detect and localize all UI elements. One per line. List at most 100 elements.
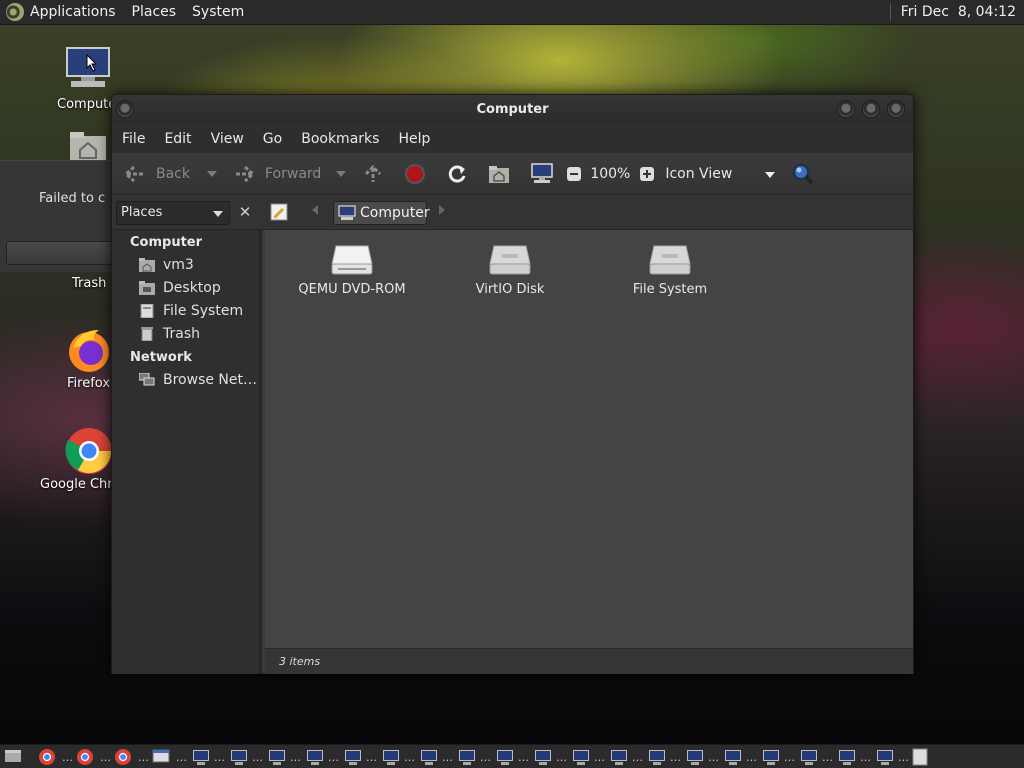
back-button[interactable]: Back [122,164,217,184]
menu-help[interactable]: Help [398,131,430,147]
path-left-arrow-icon[interactable] [312,205,318,215]
system-menu[interactable]: System [192,4,244,20]
ellipsis-icon: … [784,750,795,764]
taskbar-item-computer[interactable]: … [746,748,782,766]
taskbar-item-computer[interactable]: … [404,748,440,766]
forward-label: Forward [265,165,322,182]
menu-bookmarks[interactable]: Bookmarks [301,131,379,147]
sidebar-item-desktop[interactable]: Desktop [139,280,221,296]
zoom-level[interactable]: 100% [590,166,630,182]
sidebar-item-file-system[interactable]: File System [139,303,243,319]
show-desktop-icon [5,749,21,762]
file-item-qemu-dvd-rom[interactable]: QEMU DVD-ROM [277,244,427,297]
forward-button[interactable]: Forward [231,164,347,184]
computer-stand [463,761,471,765]
desktop-icon-chrome[interactable]: Google Chrome [40,426,141,496]
maximize-button[interactable] [862,100,880,118]
sidebar-item-browse-network[interactable]: Browse Net… [139,372,257,388]
file-view[interactable]: QEMU DVD-ROM VirtIO Disk File System [265,230,913,648]
ellipsis-icon: … [252,750,263,764]
taskbar-item-computer[interactable]: … [442,748,478,766]
taskbar-item-chrome[interactable]: … [62,748,98,766]
taskbar-item-computer[interactable]: … [708,748,744,766]
network-icon [139,373,155,386]
hard-disk-icon [648,244,692,276]
taskbar-item-computer[interactable]: … [632,748,668,766]
back-arrow-icon [123,165,144,182]
desktop-icon-computer[interactable]: Computer [57,46,122,116]
applications-menu[interactable]: Applications [30,4,116,20]
mouse-cursor-icon [86,54,98,72]
toolbar: Back Forward 100% Icon View [112,153,913,195]
computer-icon [535,749,551,761]
view-mode-select[interactable]: Icon View [665,166,776,182]
firefox-icon [69,330,109,372]
panel-separator [889,3,891,21]
taskbar-item-computer[interactable]: … [670,748,706,766]
taskbar-item-document[interactable]: … [898,748,934,766]
taskbar-item-computer[interactable]: … [822,748,858,766]
home-button[interactable] [488,164,510,184]
taskbar-item-computer[interactable]: … [252,748,288,766]
sidebar-item-vm3[interactable]: vm3 [139,257,194,273]
bottom-taskbar: … … … … … … … … … … … … … … … … … … … … … [0,744,1024,768]
close-button[interactable] [887,100,905,118]
forward-history-dropdown-icon[interactable] [336,170,347,177]
places-menu[interactable]: Places [132,4,177,20]
taskbar-item-computer[interactable]: … [366,748,402,766]
taskbar-item-computer[interactable]: … [290,748,326,766]
taskbar-item-computer[interactable]: … [328,748,364,766]
menu-view[interactable]: View [211,131,244,147]
zoom-out-button[interactable] [566,166,582,182]
minimize-button[interactable] [837,100,855,118]
computer-icon [839,749,855,761]
taskbar-item-computer[interactable]: … [860,748,896,766]
ellipsis-icon: … [594,750,605,764]
computer-icon [338,205,356,220]
taskbar-item-window[interactable]: … [138,748,174,766]
zoom-in-button[interactable] [639,166,655,182]
desktop-icon-home[interactable] [64,130,112,162]
file-item-virtio-disk[interactable]: VirtIO Disk [435,244,585,297]
search-button[interactable] [791,162,815,186]
chevron-down-icon [213,211,223,217]
sidebar-heading-computer: Computer [130,235,203,250]
taskbar-item-chrome[interactable]: … [100,748,136,766]
close-sidebar-icon[interactable]: ✕ [234,201,256,225]
title-bar[interactable]: Computer [112,95,913,125]
file-item-file-system[interactable]: File System [595,244,745,297]
taskbar-item-computer[interactable]: … [594,748,630,766]
computer-button[interactable] [530,162,554,185]
sidebar-item-trash[interactable]: Trash [139,326,200,342]
show-desktop-button[interactable] [4,748,26,766]
distro-logo-icon[interactable] [6,3,24,21]
desktop-icon-firefox[interactable]: Firefox [62,326,116,396]
menu-go[interactable]: Go [263,131,282,147]
taskbar-item-computer[interactable]: … [214,748,250,766]
forward-arrow-icon [235,165,256,182]
menu-edit[interactable]: Edit [164,131,191,147]
path-button-computer[interactable]: Computer [333,201,430,225]
taskbar-item-computer[interactable]: … [556,748,592,766]
reload-button[interactable] [446,163,468,185]
back-history-dropdown-icon[interactable] [207,170,217,177]
desktop-icon-trash[interactable]: Trash [62,262,116,296]
computer-stand [615,761,623,765]
toggle-location-entry-button[interactable] [270,203,288,225]
ellipsis-icon: … [518,750,529,764]
ellipsis-icon: … [860,750,871,764]
menu-file[interactable]: File [122,131,145,147]
taskbar-item-computer[interactable]: … [784,748,820,766]
clock[interactable]: Fri Dec 8, 04:12 [901,4,1016,20]
taskbar-item-computer[interactable]: … [518,748,554,766]
up-button[interactable] [362,163,384,185]
path-right-arrow-icon[interactable] [439,205,445,215]
menu-bar: File Edit View Go Bookmarks Help [112,125,913,153]
reload-icon [449,165,466,183]
taskbar-item-chrome[interactable] [38,748,60,766]
sidebar-type-select[interactable]: Places [116,201,230,225]
sidebar-heading-network: Network [130,350,192,365]
taskbar-item-computer[interactable]: … [176,748,212,766]
stop-button[interactable] [404,163,426,185]
taskbar-item-computer[interactable]: … [480,748,516,766]
